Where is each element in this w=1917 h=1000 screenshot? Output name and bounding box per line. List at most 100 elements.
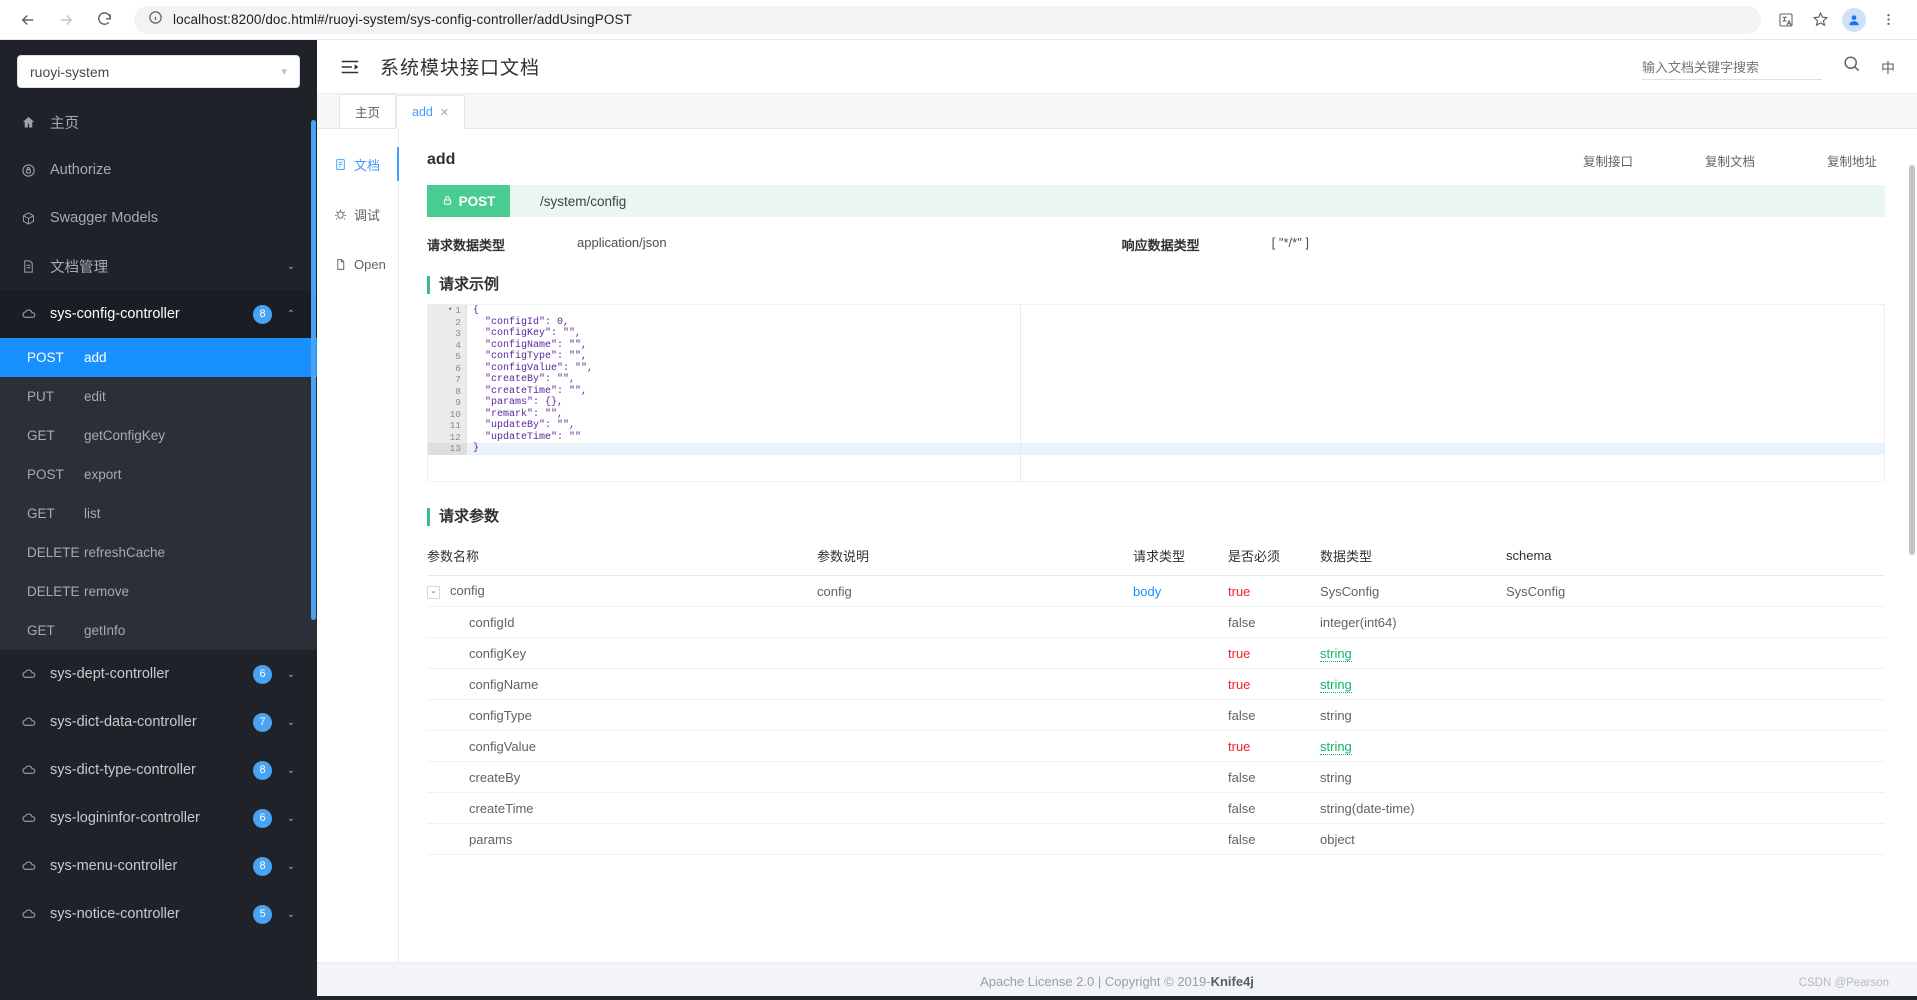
- table-row[interactable]: - config config body true SysConfig SysCo…: [427, 576, 1885, 607]
- endpoint-item-export[interactable]: POST export: [0, 455, 317, 494]
- line-number: 6: [428, 362, 466, 374]
- table-row[interactable]: params false object: [427, 824, 1885, 855]
- code-text: "configKey": "",: [466, 328, 1884, 340]
- sidebar-group-sys-config-controller[interactable]: sys-config-controller 8 ⌃: [0, 290, 317, 338]
- code-line: 12 "updateTime": "": [428, 431, 1884, 443]
- lock-icon: [20, 163, 37, 178]
- table-header-row: 参数名称 参数说明 请求类型 是否必须 数据类型 schema: [427, 536, 1885, 576]
- table-row[interactable]: configKey true string: [427, 638, 1885, 669]
- sidebar-scrollbar[interactable]: [311, 120, 316, 620]
- param-type: string: [1320, 707, 1352, 723]
- sidebar-item-swagger-models[interactable]: Swagger Models: [0, 194, 317, 242]
- param-type[interactable]: string: [1320, 738, 1352, 755]
- search-input[interactable]: [1642, 59, 1822, 80]
- reload-icon[interactable]: [90, 6, 118, 34]
- code-line: 11 "updateBy": "",: [428, 420, 1884, 432]
- sidebar-group-count: 8: [253, 304, 272, 324]
- param-name: configType: [469, 707, 532, 723]
- search-icon[interactable]: [1842, 54, 1861, 80]
- param-type[interactable]: string: [1320, 645, 1352, 662]
- address-bar[interactable]: localhost:8200/doc.html#/ruoyi-system/sy…: [134, 5, 1761, 34]
- chevron-down-icon: ▾: [281, 66, 287, 78]
- project-select-wrapper: ruoyi-system ▾: [0, 40, 317, 98]
- param-in[interactable]: body: [1133, 584, 1228, 599]
- sidebar-group-count: 7: [253, 712, 272, 732]
- doc-nav-document[interactable]: 文档: [317, 145, 399, 183]
- endpoint-item-add[interactable]: POST add: [0, 338, 317, 377]
- table-row[interactable]: configId false integer(int64): [427, 607, 1885, 638]
- param-required: true: [1228, 738, 1251, 754]
- param-name: configName: [469, 676, 539, 692]
- endpoint-name: refreshCache: [84, 545, 166, 560]
- cloud-icon: [20, 762, 37, 778]
- close-icon[interactable]: ✕: [440, 106, 449, 119]
- code-text: "configValue": "",: [466, 362, 1884, 374]
- sidebar-group-sys-dict-data-controller[interactable]: sys-dict-data-controller 7 ⌄: [0, 698, 317, 746]
- code-text: "configName": "",: [466, 339, 1884, 351]
- code-line: 7 "createBy": "",: [428, 374, 1884, 386]
- endpoint-item-getconfigkey[interactable]: GET getConfigKey: [0, 416, 317, 455]
- table-row[interactable]: configValue true string: [427, 731, 1885, 762]
- line-number: 13: [428, 443, 466, 455]
- param-type[interactable]: string: [1320, 676, 1352, 693]
- copy-document-button[interactable]: 复制文档: [1705, 151, 1755, 170]
- language-toggle-button[interactable]: 中: [1881, 58, 1895, 80]
- project-select[interactable]: ruoyi-system ▾: [17, 55, 300, 88]
- endpoint-method: PUT: [27, 389, 54, 404]
- profile-avatar-icon[interactable]: [1839, 5, 1869, 35]
- param-type-cell: string: [1320, 738, 1506, 755]
- tab-add[interactable]: add ✕: [396, 95, 466, 129]
- copy-address-button[interactable]: 复制地址: [1827, 151, 1877, 170]
- app-topbar: 系统模块接口文档 中: [317, 40, 1917, 94]
- request-example-code[interactable]: ▾ 1{ 2 "configId": 0, 3 "configKey": "", …: [427, 304, 1885, 482]
- doc-icon: [333, 158, 347, 171]
- endpoint-item-edit[interactable]: PUT edit: [0, 377, 317, 416]
- endpoint-method: GET: [27, 428, 55, 443]
- endpoint-name: getInfo: [84, 623, 126, 638]
- sidebar-item-doc-management[interactable]: 文档管理 ⌄: [0, 242, 317, 290]
- endpoint-method: GET: [27, 623, 55, 638]
- fold-toggle-icon[interactable]: ▾: [448, 305, 452, 317]
- table-row[interactable]: configName true string: [427, 669, 1885, 700]
- sidebar-item-home[interactable]: 主页: [0, 98, 317, 146]
- doc-nav-debug[interactable]: 调试: [317, 195, 398, 233]
- chevron-down-icon: ⌄: [286, 908, 296, 920]
- forward-arrow-icon[interactable]: [52, 6, 80, 34]
- param-type: integer(int64): [1320, 614, 1397, 630]
- main-scrollbar[interactable]: [1909, 165, 1915, 555]
- sidebar: ruoyi-system ▾ 主页 Authorize Swagger Mode…: [0, 40, 317, 1000]
- translate-icon[interactable]: [1771, 5, 1801, 35]
- page-footer: Apache License 2.0 | Copyright © 2019- Kn…: [317, 962, 1917, 1000]
- bug-icon: [333, 208, 347, 221]
- back-arrow-icon[interactable]: [14, 6, 42, 34]
- response-datatype-group: 响应数据类型 [ "*/*" ]: [1122, 235, 1309, 254]
- collapse-menu-icon[interactable]: [339, 56, 361, 78]
- table-row[interactable]: configType false string: [427, 700, 1885, 731]
- footer-brand: Knife4j: [1210, 974, 1254, 989]
- lock-icon: [442, 194, 453, 209]
- param-type: string: [1320, 769, 1352, 785]
- sidebar-group-count: 8: [253, 856, 272, 876]
- table-row[interactable]: createTime false string(date-time): [427, 793, 1885, 824]
- sidebar-group-sys-dept-controller[interactable]: sys-dept-controller 6 ⌄: [0, 650, 317, 698]
- sidebar-group-sys-dict-type-controller[interactable]: sys-dict-type-controller 8 ⌄: [0, 746, 317, 794]
- sidebar-group-sys-notice-controller[interactable]: sys-notice-controller 5 ⌄: [0, 890, 317, 938]
- sidebar-group-sys-logininfor-controller[interactable]: sys-logininfor-controller 6 ⌄: [0, 794, 317, 842]
- endpoint-item-remove[interactable]: DELETE remove: [0, 572, 317, 611]
- sidebar-item-authorize[interactable]: Authorize: [0, 146, 317, 194]
- three-dot-menu-icon[interactable]: [1873, 5, 1903, 35]
- request-datatype-value: application/json: [577, 235, 667, 250]
- doc-nav-open[interactable]: Open: [317, 245, 398, 283]
- col-header-required: 是否必须: [1228, 549, 1281, 564]
- star-icon[interactable]: [1805, 5, 1835, 35]
- chevron-down-icon: ⌄: [286, 716, 296, 728]
- copy-interface-button[interactable]: 复制接口: [1583, 151, 1633, 170]
- table-row[interactable]: createBy false string: [427, 762, 1885, 793]
- endpoint-item-getinfo[interactable]: GET getInfo: [0, 611, 317, 650]
- endpoint-item-list[interactable]: GET list: [0, 494, 317, 533]
- tab-home[interactable]: 主页: [339, 94, 397, 128]
- sidebar-group-sys-menu-controller[interactable]: sys-menu-controller 8 ⌄: [0, 842, 317, 890]
- expand-collapse-icon[interactable]: -: [427, 586, 440, 599]
- endpoint-item-refreshcache[interactable]: DELETE refreshCache: [0, 533, 317, 572]
- site-info-icon[interactable]: [148, 10, 163, 30]
